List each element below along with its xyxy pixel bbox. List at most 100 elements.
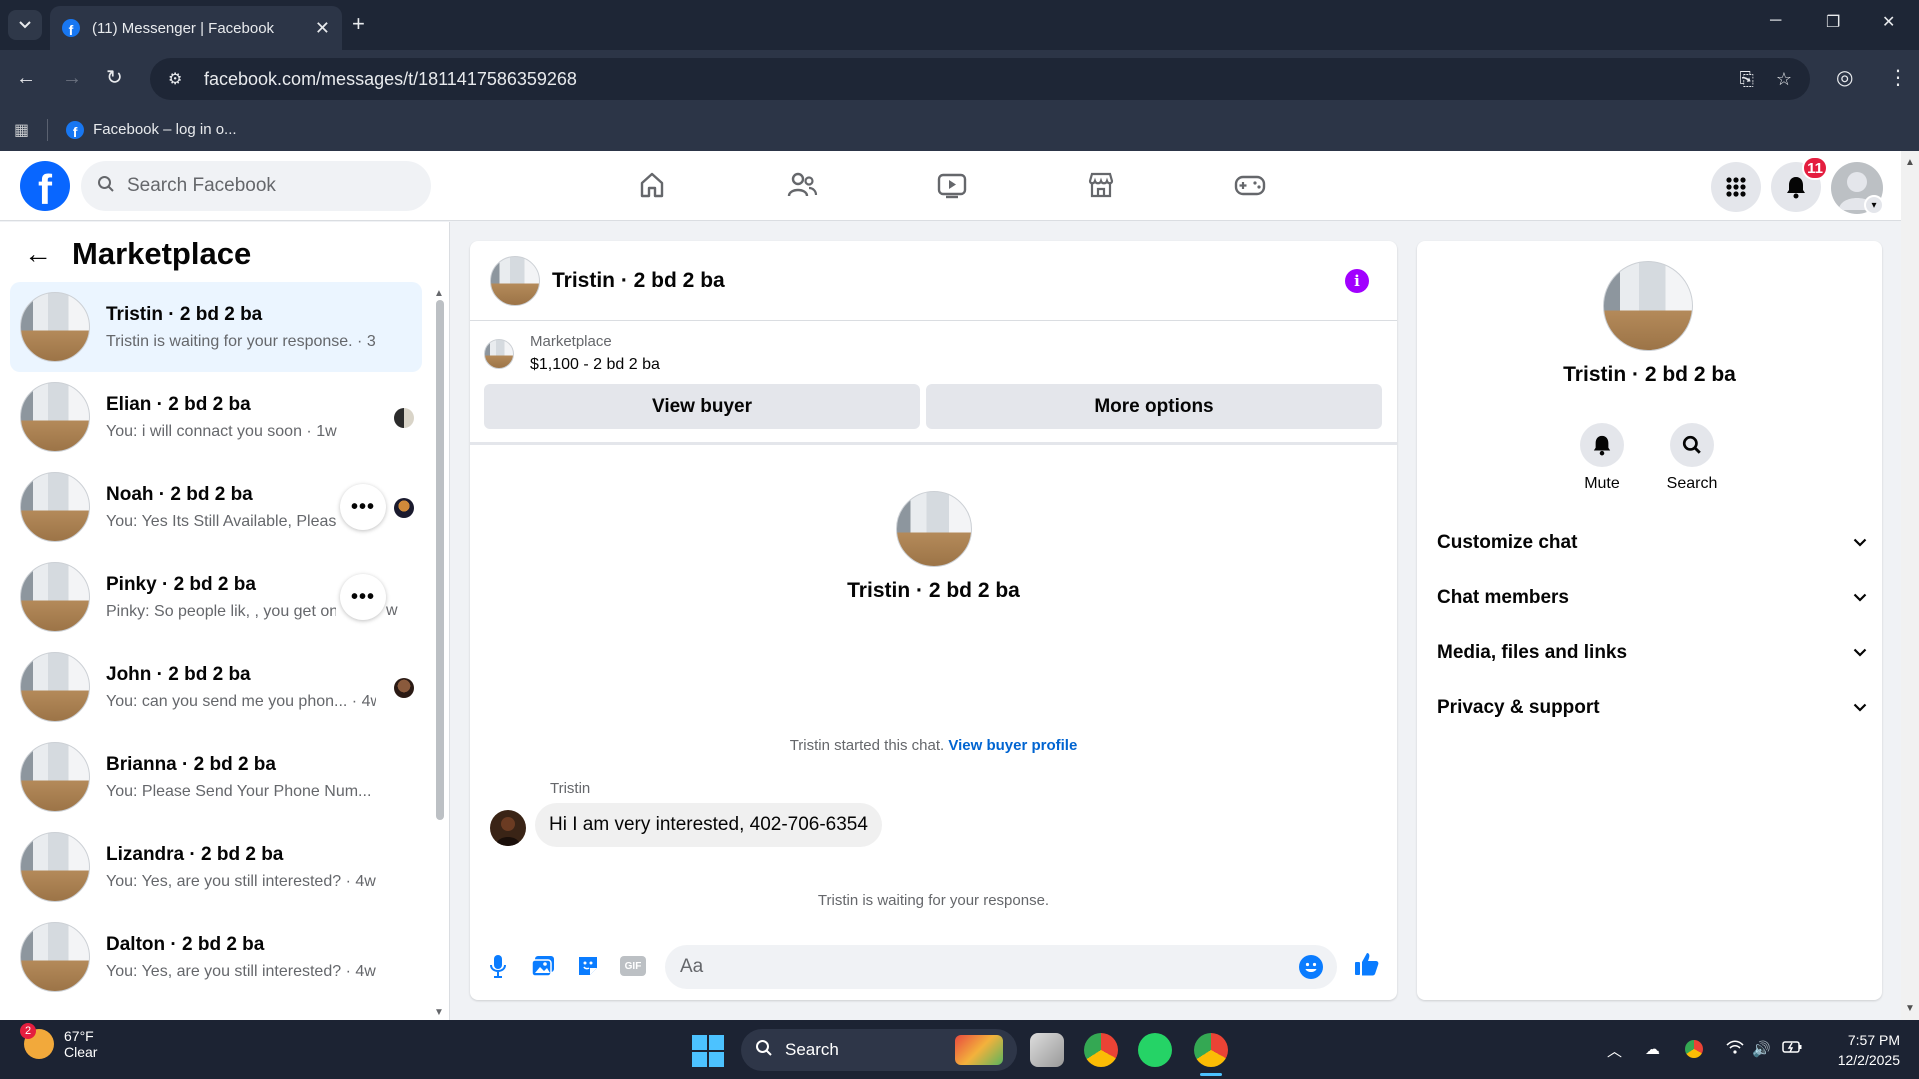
facebook-logo[interactable]: f — [20, 161, 70, 211]
section-label: Chat members — [1437, 587, 1569, 608]
whatsapp-icon[interactable] — [1138, 1033, 1172, 1067]
restore-icon[interactable]: ❐ — [1826, 12, 1840, 32]
browser-tab[interactable]: f (11) Messenger | Facebook ✕ — [50, 6, 342, 50]
clock-time: 7:57 PM — [1847, 1032, 1900, 1048]
scroll-down-icon[interactable]: ▼ — [1905, 1003, 1915, 1014]
conversation-item[interactable]: John · 2 bd 2 ba You: can you send me yo… — [10, 642, 422, 732]
header-divider — [470, 442, 1397, 445]
microphone-icon[interactable] — [485, 953, 511, 979]
friends-icon[interactable] — [782, 165, 822, 205]
video-icon[interactable] — [932, 165, 972, 205]
apps-grid-icon[interactable]: ▦ — [14, 120, 29, 140]
marketplace-listing-row[interactable]: Marketplace $1,100 - 2 bd 2 ba — [484, 333, 660, 374]
chat-title[interactable]: Tristin · 2 bd 2 ba — [552, 269, 725, 293]
details-avatar[interactable] — [1603, 261, 1693, 351]
volume-icon[interactable]: 🔊 — [1752, 1040, 1771, 1058]
conversation-item[interactable]: Lizandra · 2 bd 2 ba You: Yes, are you s… — [10, 822, 422, 912]
bookmark-facebook[interactable]: f Facebook – log in o... — [66, 120, 237, 139]
chrome-tray-icon[interactable] — [1685, 1040, 1703, 1058]
weather-widget[interactable]: 2 67°F Clear — [20, 1023, 97, 1060]
mute-button[interactable]: Mute — [1567, 423, 1637, 493]
sender-avatar[interactable] — [490, 810, 526, 846]
browser-menu-icon[interactable]: ⋮ — [1888, 66, 1908, 90]
browser-tabstrip: f (11) Messenger | Facebook ✕ + ─ ❐ ✕ — [0, 0, 1919, 50]
profile-icon[interactable]: ◎ — [1836, 66, 1853, 90]
mute-label: Mute — [1584, 475, 1620, 492]
show-hidden-icons[interactable]: ︿ — [1607, 1040, 1622, 1061]
marketplace-icon[interactable] — [1081, 165, 1121, 205]
privacy-support-section[interactable]: Privacy & support — [1437, 688, 1867, 728]
tab-close-icon[interactable]: ✕ — [315, 18, 330, 39]
conversation-name: Dalton · 2 bd 2 ba — [106, 933, 265, 955]
conversation-name: Brianna · 2 bd 2 ba — [106, 753, 276, 775]
page-scrollbar[interactable]: ▲ ▼ — [1901, 151, 1919, 1020]
url-text[interactable]: facebook.com/messages/t/1811417586359268 — [204, 69, 1717, 90]
new-tab-icon[interactable]: + — [352, 12, 365, 36]
info-icon[interactable]: i — [1345, 269, 1369, 293]
conversation-item[interactable]: Brianna · 2 bd 2 ba You: Please Send You… — [10, 732, 422, 822]
reload-icon[interactable]: ↻ — [106, 66, 123, 90]
listing-thumbnail — [20, 742, 90, 812]
view-buyer-button[interactable]: View buyer — [484, 384, 920, 429]
taskbar-search[interactable]: Search — [741, 1029, 1017, 1071]
message-input[interactable]: Aa — [665, 945, 1337, 989]
view-buyer-profile-link[interactable]: View buyer profile — [948, 737, 1077, 754]
thumbs-up-icon[interactable] — [1354, 951, 1380, 977]
chat-avatar[interactable] — [490, 255, 540, 306]
more-options-button[interactable]: More options — [926, 384, 1382, 429]
scroll-up-icon[interactable]: ▲ — [1905, 157, 1915, 168]
conversation-list-scrollbar[interactable]: ▲ ▼ — [434, 288, 446, 1018]
weather-temp: 67°F — [64, 1028, 94, 1044]
message-bubble[interactable]: Hi I am very interested, 402-706-6354 — [535, 803, 882, 847]
conversation-item[interactable]: Dalton · 2 bd 2 ba You: Yes, are you sti… — [10, 912, 422, 1002]
conversation-preview: You: can you send me you phon... · 4w — [106, 692, 376, 710]
chat-members-section[interactable]: Chat members — [1437, 578, 1867, 618]
onedrive-icon[interactable]: ☁ — [1645, 1040, 1660, 1058]
scrollbar-thumb[interactable] — [436, 300, 444, 820]
sticker-icon[interactable] — [575, 953, 601, 979]
conversation-preview: You: Yes, are you still interested? · 4w — [106, 872, 376, 890]
task-view-icon[interactable] — [1030, 1033, 1064, 1067]
back-icon[interactable]: ← — [16, 66, 36, 90]
search-conversation-button[interactable]: Search — [1657, 423, 1727, 493]
search-placeholder: Search Facebook — [127, 175, 276, 196]
chrome-active-icon[interactable] — [1194, 1033, 1228, 1067]
facebook-search-input[interactable]: Search Facebook — [81, 161, 431, 211]
emoji-icon[interactable] — [1299, 955, 1323, 979]
photo-icon[interactable] — [530, 953, 556, 979]
conversation-item[interactable]: Noah · 2 bd 2 ba You: Yes Its Still Avai… — [10, 462, 422, 552]
conversation-preview: You: Please Send Your Phone Num... · 4w — [106, 782, 376, 800]
account-chevron-icon[interactable]: ▾ — [1864, 195, 1884, 215]
windows-start-icon[interactable] — [692, 1035, 724, 1067]
back-arrow-icon[interactable]: ← — [24, 238, 54, 270]
facebook-favicon-icon: f — [66, 120, 85, 139]
customize-chat-section[interactable]: Customize chat — [1437, 523, 1867, 563]
minimize-icon[interactable]: ─ — [1770, 12, 1781, 30]
conversation-item[interactable]: Pinky · 2 bd 2 ba Pinky: So people lik, … — [10, 552, 422, 642]
home-icon[interactable] — [632, 165, 672, 205]
install-app-icon[interactable]: ⎘ — [1739, 69, 1753, 90]
chat-details-panel: Tristin · 2 bd 2 ba Mute Search Customiz… — [1417, 241, 1882, 1000]
forward-icon[interactable]: → — [62, 66, 82, 90]
tab-search-button[interactable] — [8, 10, 42, 40]
media-files-links-section[interactable]: Media, files and links — [1437, 633, 1867, 673]
wifi-icon[interactable] — [1726, 1040, 1744, 1058]
conversation-item[interactable]: Elian · 2 bd 2 ba You: i will connact yo… — [10, 372, 422, 462]
address-bar[interactable]: ⚙ facebook.com/messages/t/18114175863592… — [150, 58, 1810, 100]
scroll-up-icon[interactable]: ▲ — [434, 288, 444, 299]
scroll-down-icon[interactable]: ▼ — [434, 1007, 444, 1018]
site-info-icon[interactable]: ⚙ — [168, 69, 190, 89]
bookmark-star-icon[interactable]: ☆ — [1776, 69, 1792, 90]
listing-thumbnail — [484, 338, 514, 369]
menu-grid-button[interactable] — [1711, 162, 1761, 212]
gif-icon[interactable]: GIF — [620, 956, 646, 976]
chrome-profile-icon[interactable] — [1084, 1033, 1118, 1067]
notification-badge: 11 — [1802, 156, 1828, 180]
conversation-options-button[interactable]: ••• — [340, 574, 386, 620]
battery-icon[interactable] — [1782, 1040, 1802, 1058]
close-window-icon[interactable]: ✕ — [1882, 12, 1895, 32]
system-clock[interactable]: 7:57 PM 12/2/2025 — [1820, 1030, 1900, 1070]
conversation-item[interactable]: Tristin · 2 bd 2 ba Tristin is waiting f… — [10, 282, 422, 372]
gaming-icon[interactable] — [1230, 165, 1270, 205]
conversation-options-button[interactable]: ••• — [340, 484, 386, 530]
